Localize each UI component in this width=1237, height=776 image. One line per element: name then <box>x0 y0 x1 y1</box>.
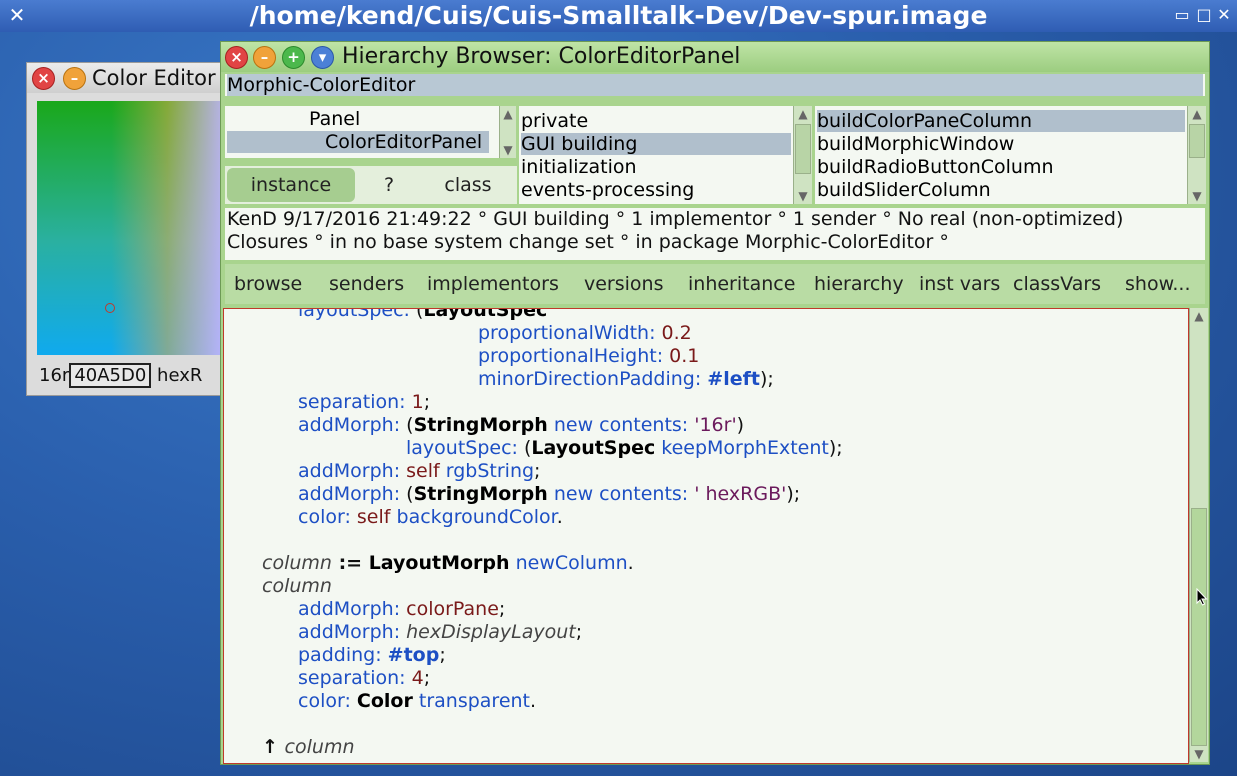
color-editor-window[interactable]: × – Color Editor 16r 40A5D0 hexR <box>26 62 228 396</box>
code-line: layoutSpec: (LayoutSpec <box>298 308 548 321</box>
scroll-down-icon[interactable]: ▼ <box>794 188 812 204</box>
browser-title: Hierarchy Browser: ColorEditorPanel <box>342 44 741 69</box>
instance-class-switch: instance ? class <box>225 166 517 204</box>
code-line: padding: #top; <box>298 644 446 666</box>
scroll-thumb[interactable] <box>795 124 811 174</box>
os-window-title: /home/kend/Cuis/Cuis-Smalltalk-Dev/Dev-s… <box>249 1 988 30</box>
class-button[interactable]: class <box>431 168 505 202</box>
minimize-icon[interactable]: – <box>253 46 276 69</box>
hierarchy-browser-window[interactable]: × – + ▾ Hierarchy Browser: ColorEditorPa… <box>220 41 1210 765</box>
hierarchy-button[interactable]: hierarchy <box>814 264 904 304</box>
close-icon[interactable]: × <box>32 67 55 90</box>
implementors-button[interactable]: implementors <box>427 264 559 304</box>
method-item-selected[interactable]: buildColorPaneColumn <box>817 110 1185 132</box>
class-item-selected[interactable]: ColorEditorPanel <box>227 131 489 153</box>
package-name: Morphic-ColorEditor <box>227 74 1203 96</box>
scroll-down-icon[interactable]: ▼ <box>500 142 516 158</box>
method-list[interactable]: buildColorPaneColumn buildMorphicWindow … <box>815 106 1187 204</box>
inheritance-button[interactable]: inheritance <box>688 264 795 304</box>
hex-value-field[interactable]: 40A5D0 <box>69 363 152 388</box>
info-line: KenD 9/17/2016 21:49:22 ° GUI building °… <box>227 208 1124 230</box>
hex-suffix: hexR <box>157 365 203 386</box>
color-editor-title: Color Editor <box>92 66 216 90</box>
code-editor[interactable]: layoutSpec: (LayoutSpec proportionalWidt… <box>223 308 1189 764</box>
scroll-down-icon[interactable]: ▼ <box>1188 188 1206 204</box>
code-scrollbar-track[interactable]: ▲ ▼ <box>1190 308 1208 762</box>
scroll-up-icon[interactable]: ▲ <box>794 106 812 122</box>
scroll-up-icon[interactable]: ▲ <box>500 106 516 122</box>
os-title-bar: /home/kend/Cuis/Cuis-Smalltalk-Dev/Dev-s… <box>0 0 1237 32</box>
code-line: proportionalWidth: 0.2 <box>478 322 692 344</box>
senders-button[interactable]: senders <box>329 264 404 304</box>
browser-title-bar[interactable]: × – + ▾ Hierarchy Browser: ColorEditorPa… <box>221 42 1209 72</box>
package-line: Morphic-ColorEditor <box>225 74 1205 96</box>
code-line: addMorph: hexDisplayLayout; <box>298 621 583 643</box>
code-line: layoutSpec: (LayoutSpec keepMorphExtent)… <box>406 437 843 459</box>
code-line: addMorph: self rgbString; <box>298 460 541 482</box>
minimize-icon[interactable]: ▭ <box>1172 5 1192 25</box>
class-item[interactable]: Panel <box>309 108 360 130</box>
browse-button[interactable]: browse <box>234 264 302 304</box>
category-item[interactable]: initialization <box>521 156 637 178</box>
category-item-selected[interactable]: GUI building <box>521 133 791 155</box>
maximize-icon[interactable]: □ <box>1194 5 1214 25</box>
method-item[interactable]: buildRadioButtonColumn <box>817 156 1054 178</box>
category-item[interactable]: private <box>521 110 588 132</box>
show-menu-button[interactable]: show... <box>1125 264 1190 304</box>
code-line: column <box>262 575 332 597</box>
code-line: separation: 1; <box>298 391 431 413</box>
minimize-icon[interactable]: – <box>63 67 86 90</box>
code-line: addMorph: (StringMorph new contents: '16… <box>298 414 745 436</box>
help-button[interactable]: ? <box>371 168 407 202</box>
window-menu-icon[interactable]: ✕ <box>6 3 28 27</box>
method-item[interactable]: buildMorphicWindow <box>817 133 1014 155</box>
expand-icon[interactable]: + <box>282 46 305 69</box>
scroll-down-icon[interactable]: ▼ <box>1190 746 1208 762</box>
code-line: separation: 4; <box>298 667 431 689</box>
code-line: ↑ column <box>262 736 355 758</box>
instance-button[interactable]: instance <box>227 168 355 202</box>
button-bar: browse senders implementors versions inh… <box>225 264 1205 304</box>
code-line: color: Color transparent. <box>298 690 537 712</box>
inst-vars-button[interactable]: inst vars <box>919 264 1000 304</box>
color-picker-marker[interactable] <box>105 303 115 313</box>
close-icon[interactable]: × <box>225 46 248 69</box>
method-item[interactable]: buildSliderColumn <box>817 179 991 201</box>
code-scrollbar[interactable]: ▲ ▼ <box>1189 308 1208 762</box>
code-line: proportionalHeight: 0.1 <box>478 345 700 367</box>
method-info: KenD 9/17/2016 21:49:22 ° GUI building °… <box>225 208 1205 260</box>
window-menu-icon[interactable]: ▾ <box>311 46 334 69</box>
hex-display: 16r 40A5D0 hexR <box>39 363 202 388</box>
code-line: color: self backgroundColor. <box>298 506 563 528</box>
mouse-pointer-icon <box>1196 588 1208 606</box>
code-line: addMorph: colorPane; <box>298 598 506 620</box>
close-icon[interactable]: ✕ <box>1214 5 1234 25</box>
code-line: column := LayoutMorph newColumn. <box>262 552 634 574</box>
hex-prefix: 16r <box>39 365 70 386</box>
code-line: minorDirectionPadding: #left); <box>478 368 774 390</box>
method-list-scrollbar[interactable]: ▲ ▼ <box>1187 106 1206 204</box>
class-list-scrollbar[interactable]: ▲ ▼ <box>499 106 516 158</box>
info-line: Closures ° in no base system change set … <box>227 231 949 253</box>
color-editor-title-bar[interactable]: × – Color Editor <box>27 63 227 93</box>
scroll-thumb[interactable] <box>1191 508 1207 746</box>
versions-button[interactable]: versions <box>584 264 664 304</box>
class-list[interactable]: Panel ColorEditorPanel <box>225 106 499 158</box>
class-vars-button[interactable]: classVars <box>1013 264 1101 304</box>
category-list[interactable]: private GUI building initialization even… <box>519 106 793 204</box>
code-line: addMorph: (StringMorph new contents: ' h… <box>298 483 801 505</box>
scroll-thumb[interactable] <box>1189 124 1205 158</box>
category-list-scrollbar[interactable]: ▲ ▼ <box>793 106 812 204</box>
color-pane[interactable] <box>37 101 223 355</box>
category-item[interactable]: events-processing <box>521 179 694 201</box>
scroll-up-icon[interactable]: ▲ <box>1190 308 1208 324</box>
scroll-up-icon[interactable]: ▲ <box>1188 106 1206 122</box>
